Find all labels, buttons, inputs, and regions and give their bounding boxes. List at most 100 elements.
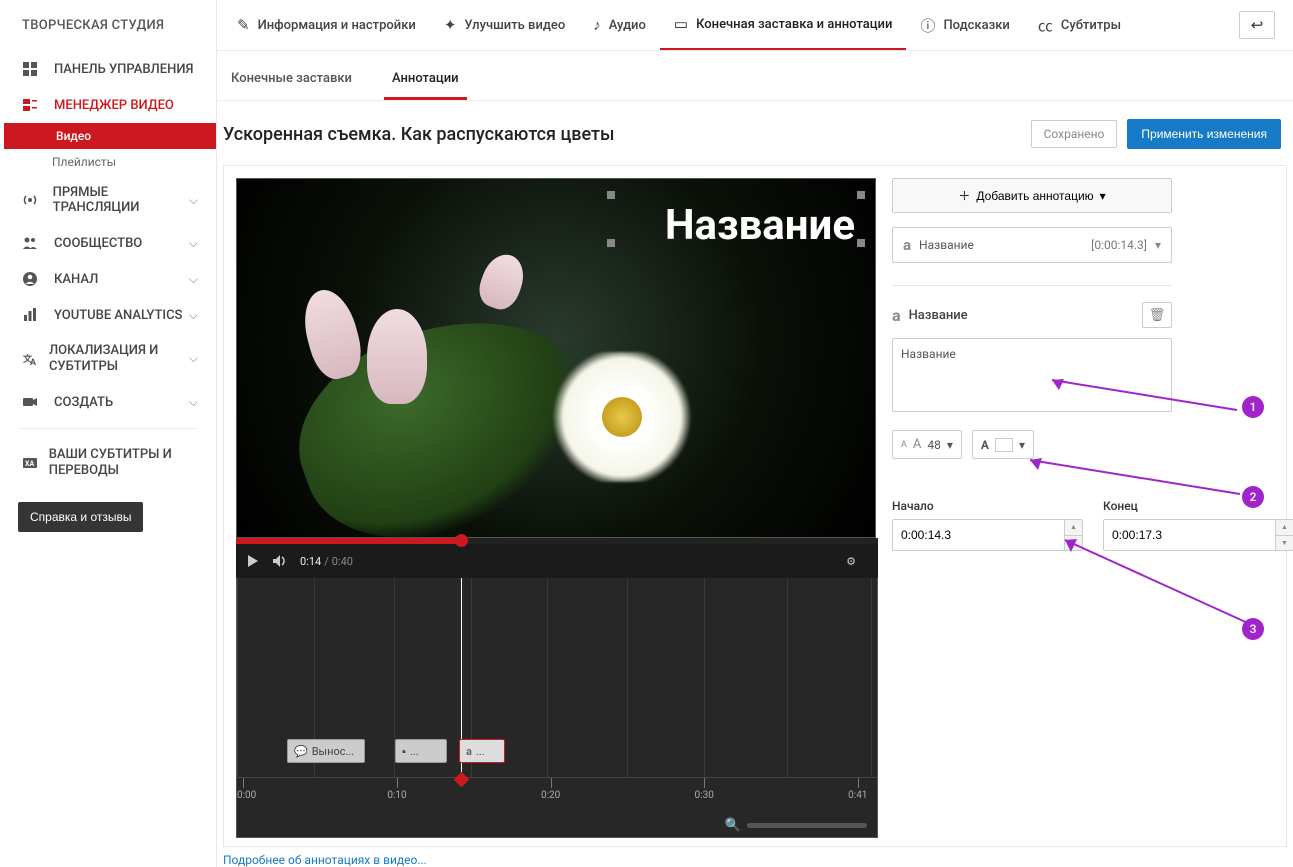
feedback-button[interactable]: Справка и отзывы	[18, 502, 143, 532]
trash-icon: 🗑	[1149, 308, 1166, 323]
tab-subtitles[interactable]: ㏄ Субтитры	[1024, 0, 1135, 50]
start-time-input[interactable]: ▲▼	[892, 519, 1083, 551]
end-time-input[interactable]: ▲▼	[1103, 519, 1293, 551]
dashboard-icon	[22, 61, 44, 77]
settings-icon[interactable]: ⚙	[846, 555, 856, 568]
apply-button[interactable]: Применить изменения	[1127, 119, 1281, 149]
add-button-label: Добавить аннотацию	[976, 189, 1093, 203]
volume-button[interactable]	[272, 554, 288, 568]
annotation-item-time: [0:00:14.3]	[1091, 238, 1147, 252]
sidebar-item-label: СОЗДАТЬ	[54, 395, 113, 410]
create-icon	[22, 394, 44, 410]
svg-text:XA: XA	[25, 460, 34, 468]
arrow-up-icon[interactable]: ▲	[1065, 520, 1082, 536]
sidebar-item-live[interactable]: ПРЯМЫЕ ТРАНСЛЯЦИИ ⌵	[0, 175, 216, 225]
end-time-field[interactable]	[1104, 520, 1275, 550]
timeline-chip-speech[interactable]: 💬Вынос...	[287, 739, 365, 763]
tab-info[interactable]: ✎ Информация и настройки	[223, 0, 430, 50]
time-range-row: Начало ▲▼ Конец ▲▼	[892, 499, 1172, 551]
annotation-list-item[interactable]: a Название [0:00:14.3] ▾	[892, 227, 1172, 263]
work-area: Название 0:14 / 0:40 ⚙	[223, 165, 1287, 847]
arrow-down-icon[interactable]: ▼	[1065, 536, 1082, 551]
svg-text:A: A	[30, 358, 37, 367]
sidebar-item-label: ПРЯМЫЕ ТРАНСЛЯЦИИ	[53, 185, 189, 215]
annotation-text-input[interactable]: Название	[892, 338, 1172, 412]
sidebar-item-localization[interactable]: 文A ЛОКАЛИЗАЦИЯ И СУБТИТРЫ ⌵	[0, 333, 216, 384]
stepper-arrows[interactable]: ▲▼	[1064, 520, 1082, 550]
font-size-select[interactable]: AA 48 ▾	[892, 430, 962, 459]
back-button[interactable]: ↩	[1239, 11, 1275, 39]
tab-enhance[interactable]: ✦ Улучшить видео	[430, 0, 579, 50]
tab-hints[interactable]: ⓘ Подсказки	[906, 0, 1023, 50]
cc-icon: ㏄	[1038, 15, 1053, 36]
zoom-control[interactable]: 🔍	[725, 818, 867, 833]
sidebar-item-dashboard[interactable]: ПАНЕЛЬ УПРАВЛЕНИЯ	[0, 51, 216, 87]
start-time-field[interactable]	[893, 520, 1064, 550]
sub-tabs: Конечные заставки Аннотации	[217, 51, 1293, 100]
info-icon: ⓘ	[920, 15, 935, 36]
sidebar-item-create[interactable]: СОЗДАТЬ ⌵	[0, 384, 216, 420]
note-icon: ♪	[593, 16, 601, 34]
arrow-down-icon[interactable]: ▼	[1276, 536, 1293, 551]
annotation-editor: a Название 🗑 Название AA 48 ▾	[892, 285, 1172, 551]
tick-label: 0:41	[848, 790, 867, 801]
player-column: Название 0:14 / 0:40 ⚙	[236, 178, 878, 838]
time-duration: 0:40	[332, 555, 353, 568]
color-swatch	[995, 438, 1013, 452]
video-manager-icon	[22, 97, 44, 113]
translate-icon: 文A	[22, 351, 39, 367]
sidebar-item-label: ЛОКАЛИЗАЦИЯ И СУБТИТРЫ	[49, 343, 189, 374]
analytics-icon	[22, 307, 44, 323]
plus-icon: ＋	[958, 187, 970, 204]
sidebar-item-video-manager[interactable]: МЕНЕДЖЕР ВИДЕО	[0, 87, 216, 123]
tab-audio[interactable]: ♪ Аудио	[579, 0, 660, 50]
timeline-footer: 🔍	[237, 812, 877, 838]
title-a-icon: a	[466, 745, 472, 758]
timeline-tracks[interactable]: 💬Вынос... ▪... a...	[237, 578, 877, 778]
caret-down-icon: ▾	[1155, 238, 1161, 252]
sidebar-item-label: ПАНЕЛЬ УПРАВЛЕНИЯ	[54, 62, 193, 77]
format-row: AA 48 ▾ A ▾	[892, 430, 1172, 459]
sidebar-sub-videos[interactable]: Видео	[4, 123, 216, 149]
start-col: Начало ▲▼	[892, 499, 1083, 551]
sidebar-item-your-subtitles[interactable]: XA ВАШИ СУБТИТРЫ И ПЕРЕВОДЫ	[0, 437, 216, 488]
sidebar-item-channel[interactable]: КАНАЛ ⌵	[0, 261, 216, 297]
stepper-arrows[interactable]: ▲▼	[1275, 520, 1293, 550]
chevron-down-icon: ⌵	[189, 308, 198, 323]
title-a-icon: a	[903, 236, 911, 254]
arrow-up-icon[interactable]: ▲	[1276, 520, 1293, 536]
video-title: Ускоренная съемка. Как распускаются цвет…	[223, 124, 614, 145]
reply-icon: ↩	[1251, 16, 1264, 34]
delete-button[interactable]: 🗑	[1142, 302, 1172, 328]
sidebar: ТВОРЧЕСКАЯ СТУДИЯ ПАНЕЛЬ УПРАВЛЕНИЯ МЕНЕ…	[0, 0, 217, 867]
callout-number-1: 1	[1242, 396, 1264, 418]
chevron-down-icon: ⌵	[189, 236, 198, 251]
screen-icon: ▭	[674, 15, 688, 33]
sidebar-sub-playlists[interactable]: Плейлисты	[0, 149, 216, 175]
font-color-icon: A	[981, 438, 989, 452]
pencil-icon: ✎	[237, 16, 250, 34]
timeline[interactable]: 💬Вынос... ▪... a... 0:00 0:10 0:20 0:30 …	[236, 578, 878, 838]
progress-bar[interactable]	[236, 538, 878, 544]
video-preview[interactable]: Название	[236, 178, 876, 538]
more-about-link[interactable]: Подробнее об аннотациях в видео...	[217, 847, 1293, 867]
community-icon	[22, 235, 44, 251]
add-annotation-button[interactable]: ＋ Добавить аннотацию ▾	[892, 178, 1172, 213]
chevron-down-icon: ⌵	[189, 272, 198, 287]
font-color-select[interactable]: A ▾	[972, 430, 1034, 459]
subtab-endcards[interactable]: Конечные заставки	[223, 63, 360, 100]
sidebar-item-community[interactable]: СООБЩЕСТВО ⌵	[0, 225, 216, 261]
wand-icon: ✦	[444, 16, 457, 34]
tab-label: Конечная заставка и аннотации	[696, 17, 892, 32]
overlay-title[interactable]: Название	[665, 201, 855, 250]
tab-endcards[interactable]: ▭ Конечная заставка и аннотации	[660, 0, 907, 50]
subtab-annotations[interactable]: Аннотации	[384, 63, 467, 100]
timeline-chip-note[interactable]: ▪...	[395, 739, 447, 763]
sidebar-item-label: КАНАЛ	[54, 272, 98, 287]
sidebar-item-label: ВАШИ СУБТИТРЫ И ПЕРЕВОДЫ	[49, 447, 198, 478]
sidebar-item-analytics[interactable]: YOUTUBE ANALYTICS ⌵	[0, 297, 216, 333]
chip-label: Вынос...	[312, 745, 354, 758]
timeline-chip-title[interactable]: a...	[459, 739, 505, 763]
start-label: Начало	[892, 499, 1083, 513]
play-button[interactable]	[246, 554, 260, 568]
